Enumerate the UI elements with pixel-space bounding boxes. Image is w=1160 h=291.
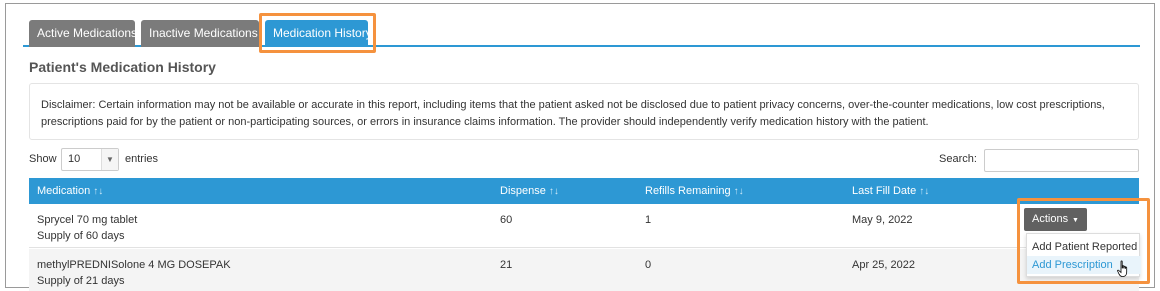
- sort-icon: ↑↓: [548, 186, 559, 197]
- column-header-refills[interactable]: Refills Remaining ↑↓: [645, 185, 744, 197]
- dispense-cell: 21: [500, 259, 513, 271]
- table-row: Sprycel 70 mg tablet Supply of 60 days 6…: [29, 204, 1139, 248]
- column-header-dispense[interactable]: Dispense ↑↓: [500, 185, 559, 197]
- column-header-last-fill-date[interactable]: Last Fill Date ↑↓: [852, 185, 929, 197]
- hand-cursor-icon: [1117, 260, 1128, 277]
- search-input[interactable]: [984, 149, 1139, 172]
- medication-cell: Sprycel 70 mg tablet Supply of 60 days: [37, 212, 137, 244]
- last-fill-cell: Apr 25, 2022: [852, 259, 915, 271]
- dispense-cell: 60: [500, 214, 513, 226]
- medication-name: Sprycel 70 mg tablet: [37, 214, 138, 226]
- tab-inactive-medications[interactable]: Inactive Medications: [141, 20, 259, 47]
- entries-label: entries: [125, 153, 159, 165]
- page-title: Patient's Medication History: [29, 59, 216, 75]
- medication-name: methylPREDNISolone 4 MG DOSEPAK: [37, 259, 231, 271]
- sort-icon: ↑↓: [93, 186, 104, 197]
- column-label: Last Fill Date: [852, 185, 917, 197]
- table-row: methylPREDNISolone 4 MG DOSEPAK Supply o…: [29, 249, 1139, 291]
- sort-icon: ↑↓: [919, 186, 930, 197]
- highlight-box-tab: [259, 13, 376, 53]
- table-header: Medication ↑↓ Dispense ↑↓ Refills Remain…: [29, 178, 1139, 204]
- search-label: Search:: [939, 153, 977, 165]
- entries-select[interactable]: 10 ▼: [61, 148, 119, 171]
- medication-tabs: Active Medications Inactive Medications …: [23, 17, 1140, 47]
- disclaimer-box: Disclaimer: Certain information may not …: [29, 83, 1139, 140]
- entries-select-value: 10: [68, 153, 81, 165]
- column-label: Medication: [37, 185, 91, 197]
- tab-active-medications[interactable]: Active Medications: [29, 20, 137, 47]
- column-header-medication[interactable]: Medication ↑↓: [37, 185, 103, 197]
- sort-icon: ↑↓: [733, 186, 744, 197]
- show-label: Show: [29, 153, 57, 165]
- medication-supply: Supply of 21 days: [37, 275, 125, 287]
- last-fill-cell: May 9, 2022: [852, 214, 913, 226]
- chevron-down-icon: ▼: [101, 149, 118, 170]
- column-label: Dispense: [500, 185, 546, 197]
- medication-supply: Supply of 60 days: [37, 230, 125, 242]
- refills-cell: 1: [645, 214, 652, 226]
- medication-cell: methylPREDNISolone 4 MG DOSEPAK Supply o…: [37, 257, 231, 289]
- column-label: Refills Remaining: [645, 185, 731, 197]
- refills-cell: 0: [645, 259, 652, 271]
